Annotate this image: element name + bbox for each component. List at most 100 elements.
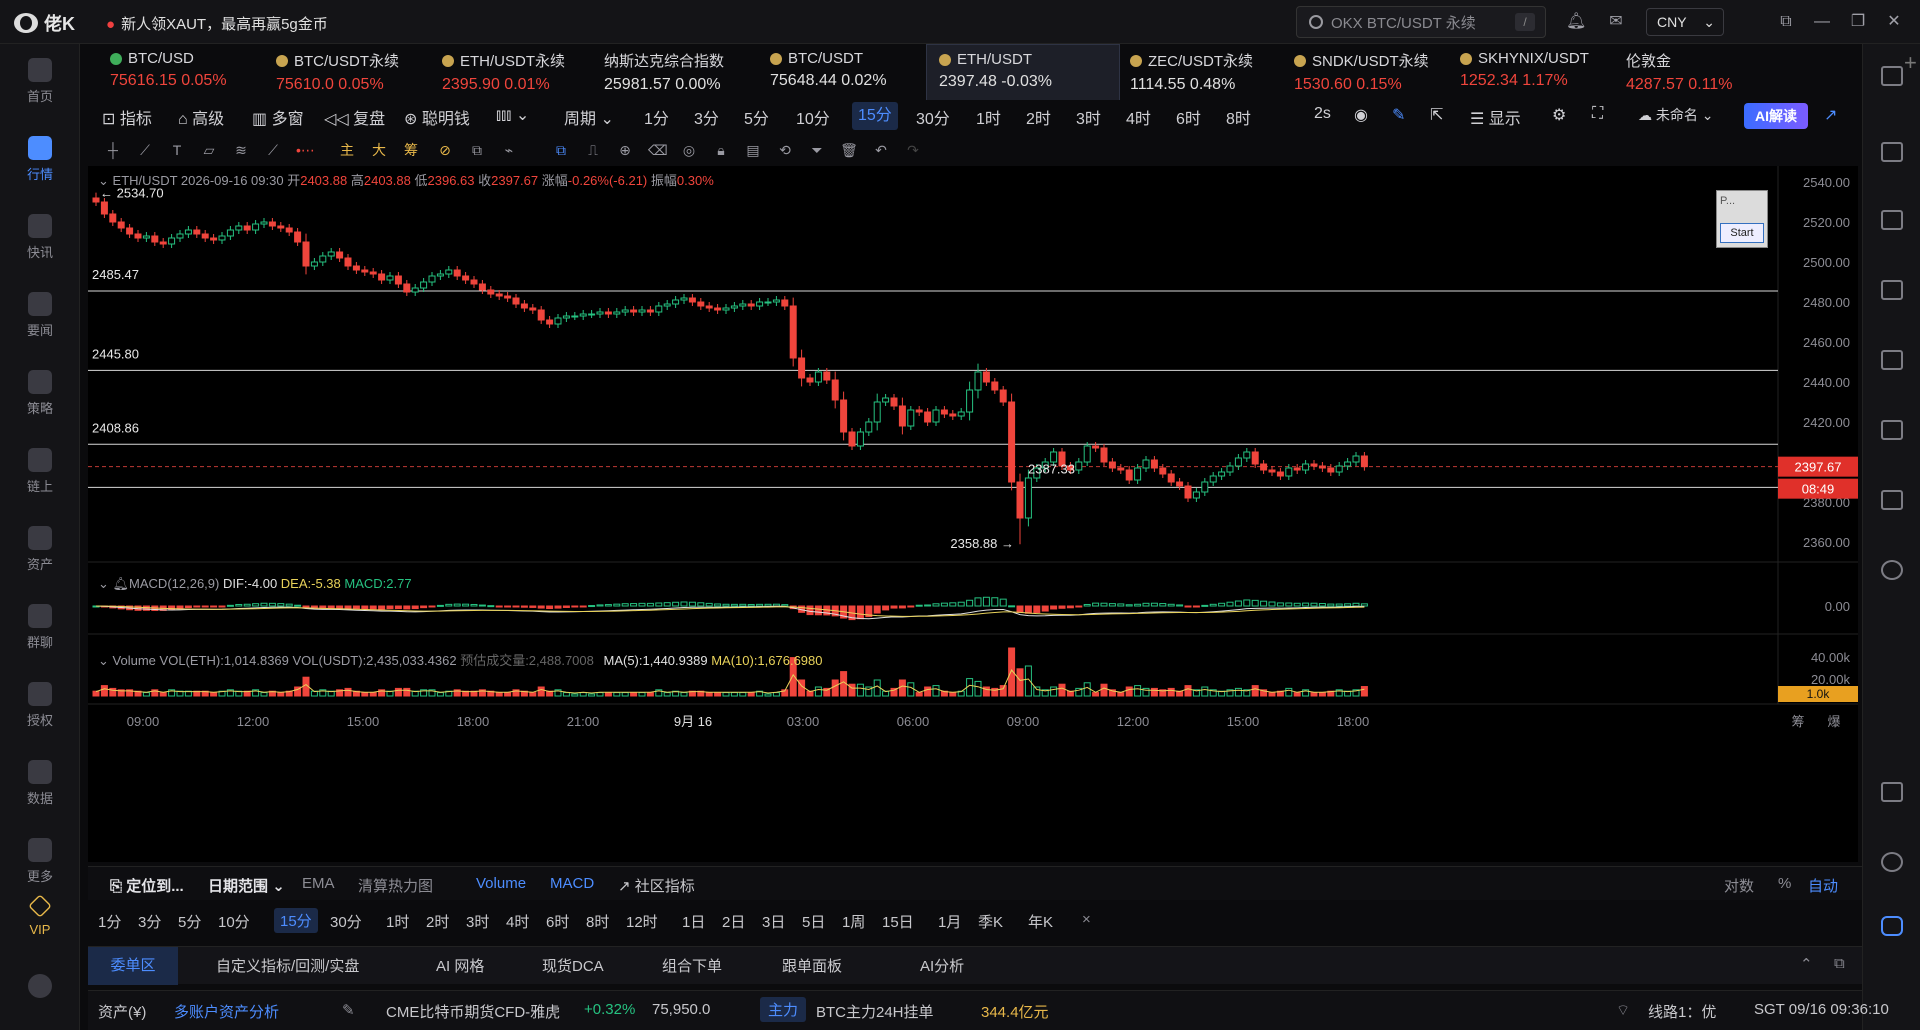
exchange-icon[interactable] <box>1881 560 1903 580</box>
period-5m[interactable]: 5分 <box>744 105 769 129</box>
bottom-period-2[interactable]: 5分 <box>178 911 201 932</box>
ticker-item[interactable]: 纳斯达克综合指数 25981.57 0.00% <box>604 44 754 100</box>
macd-toggle[interactable]: MACD <box>550 875 594 892</box>
alert-tool-icon[interactable]: ⌁ <box>500 141 518 159</box>
bottom-period-14[interactable]: 2日 <box>722 911 745 932</box>
network-line[interactable]: 线路1：优 <box>1648 1001 1716 1022</box>
share-icon[interactable]: ⇱ <box>1430 105 1443 125</box>
close-icon[interactable]: ✕ <box>1884 12 1904 32</box>
bottom-period-1[interactable]: 3分 <box>138 911 161 932</box>
bell-icon[interactable]: 🔔︎ <box>113 576 130 591</box>
lock-tool-icon[interactable]: 🔒︎ <box>712 141 730 159</box>
assistant-icon[interactable] <box>1881 916 1903 936</box>
popout-icon[interactable]: ⧉ <box>1776 12 1796 32</box>
eraser-tool-icon[interactable]: ⌫ <box>648 141 668 159</box>
trend-share-icon[interactable]: ↗ <box>1824 105 1837 125</box>
sidebar-item-market[interactable]: 行情 <box>0 136 80 183</box>
bottom-period-8[interactable]: 3时 <box>466 911 489 932</box>
bottom-period-3[interactable]: 10分 <box>218 911 250 932</box>
period-6h[interactable]: 6时 <box>1176 105 1201 129</box>
ai-interpret-button[interactable]: AI解读 <box>1744 103 1808 129</box>
bottom-period-12[interactable]: 12时 <box>626 911 658 932</box>
edit-icon[interactable]: ✎ <box>342 1001 355 1019</box>
bottom-period-7[interactable]: 2时 <box>426 911 449 932</box>
main-force-tool-icon[interactable]: 主 <box>338 141 356 159</box>
template-tool-icon[interactable]: ▤ <box>744 141 762 159</box>
ticker-item-active[interactable]: ETH/USDT 2397.48 -0.03% <box>926 44 1120 100</box>
bottom-period-4[interactable]: 15分 <box>274 908 318 933</box>
floating-widget[interactable]: P... Start <box>1716 190 1768 248</box>
bottom-period-17[interactable]: 1周 <box>842 911 865 932</box>
chip-tool-icon[interactable]: 筹 <box>402 141 420 159</box>
sidebar-item-chat[interactable]: 群聊 <box>0 604 80 651</box>
period-3h[interactable]: 3时 <box>1076 105 1101 129</box>
period-2h[interactable]: 2时 <box>1026 105 1051 129</box>
document-icon[interactable] <box>1881 142 1903 162</box>
sidebar-item-home[interactable]: 首页 <box>0 58 80 105</box>
multi-window-button[interactable]: ▥ 多窗 <box>252 105 304 129</box>
refresh-interval[interactable]: 2s <box>1314 105 1331 123</box>
collapse-icon[interactable]: ⌃ <box>1800 955 1813 973</box>
bottom-period-20[interactable]: 季K <box>978 911 1003 932</box>
mail-icon[interactable]: ✉ <box>1606 12 1626 32</box>
multi-account-link[interactable]: 多账户资产分析 <box>174 1001 279 1022</box>
brush-tool-icon[interactable]: ⟋ <box>264 141 282 159</box>
date-range-select[interactable]: 日期范围 ⌄ <box>208 875 285 896</box>
log-scale-toggle[interactable]: 对数 <box>1724 875 1754 896</box>
period-8h[interactable]: 8时 <box>1226 105 1251 129</box>
period-15m[interactable]: 15分 <box>852 102 898 130</box>
tab-custom-indicators[interactable]: 自定义指标/回测/实盘 <box>216 955 359 976</box>
ticker-item[interactable]: BTC/USDT永续 75610.0 0.05% <box>276 44 426 100</box>
tab-orders[interactable]: 委单区 <box>88 947 178 985</box>
bottom-period-9[interactable]: 4时 <box>506 911 529 932</box>
period-select[interactable]: 周期 ⌄ <box>564 105 614 129</box>
bottom-period-13[interactable]: 1日 <box>682 911 705 932</box>
currency-select[interactable]: CNY ⌄ <box>1646 8 1724 36</box>
replay-button[interactable]: ◁◁ 复盘 <box>324 105 385 129</box>
advanced-button[interactable]: ⌂ 高级 <box>178 105 224 129</box>
locate-button[interactable]: ⎘ 定位到... <box>110 875 184 896</box>
percent-scale-toggle[interactable]: % <box>1778 875 1791 892</box>
bottom-period-15[interactable]: 3日 <box>762 911 785 932</box>
ema-toggle[interactable]: EMA <box>302 875 335 892</box>
chart-type-select[interactable]: ⫾⫾⫾ ⌄ <box>496 105 529 125</box>
promo-banner[interactable]: ● 新人领XAUT，最高再赢5g金币 <box>106 13 328 34</box>
fib-tool-icon[interactable]: ≋ <box>232 141 250 159</box>
chart-panel[interactable]: 2540.00 2520.00 2500.00 2480.00 2460.00 2440.… <box>88 166 1858 862</box>
legend-collapse-icon[interactable]: ⌄ <box>98 576 109 591</box>
trend-icon[interactable] <box>1881 280 1903 300</box>
tab-combo-order[interactable]: 组合下单 <box>662 955 722 976</box>
period-4h[interactable]: 4时 <box>1126 105 1151 129</box>
sidebar-item-more[interactable]: 更多 <box>0 838 80 885</box>
grid-icon[interactable] <box>1881 782 1903 802</box>
legend-collapse-icon[interactable]: ⌄ <box>98 653 109 668</box>
tab-spot-dca[interactable]: 现货DCA <box>542 955 604 976</box>
cursor-tool-icon[interactable]: ┼ <box>104 141 122 159</box>
sidebar-item-onchain[interactable]: 链上 <box>0 448 80 495</box>
ticker-item[interactable]: ZEC/USDT永续 1114.55 0.48% <box>1130 44 1280 100</box>
period-30m[interactable]: 30分 <box>916 105 950 129</box>
magnet-tool-icon[interactable]: ⧉ <box>552 141 570 159</box>
sidebar-item-headlines[interactable]: 要闻 <box>0 292 80 339</box>
fullscreen-icon[interactable]: ⛶ <box>1592 105 1603 123</box>
tab-ai-analysis[interactable]: AI分析 <box>920 955 964 976</box>
period-1h[interactable]: 1时 <box>976 105 1001 129</box>
zoom-tool-icon[interactable]: ⊕ <box>616 141 634 159</box>
ruler-tool-icon[interactable]: ⎍ <box>584 141 602 159</box>
chart-canvas[interactable]: 2540.00 2520.00 2500.00 2480.00 2460.00 2440.… <box>88 166 1858 862</box>
bottom-period-11[interactable]: 8时 <box>586 911 609 932</box>
ticker-item[interactable]: 伦敦金 4287.57 0.11% <box>1626 44 1776 100</box>
sidebar-item-vip[interactable]: VIP <box>0 894 80 937</box>
dollar-icon[interactable] <box>1881 210 1903 230</box>
ticker-item[interactable]: ETH/USDT永续 2395.90 0.01% <box>442 44 592 100</box>
robot-icon[interactable] <box>1881 490 1903 510</box>
legend-collapse-icon[interactable]: ⌄ <box>98 173 109 188</box>
ticker-item[interactable]: BTC/USD 75616.15 0.05% <box>110 44 260 100</box>
delete-tool-icon[interactable]: 🗑︎ <box>840 141 858 159</box>
sidebar-item-data[interactable]: 数据 <box>0 760 80 807</box>
bottom-period-10[interactable]: 6时 <box>546 911 569 932</box>
community-indicators-button[interactable]: ↗ 社区指标 <box>618 875 695 896</box>
sidebar-settings[interactable] <box>0 974 80 1002</box>
volume-toggle[interactable]: Volume <box>476 875 526 892</box>
heatmap-toggle[interactable]: 清算热力图 <box>358 875 433 896</box>
